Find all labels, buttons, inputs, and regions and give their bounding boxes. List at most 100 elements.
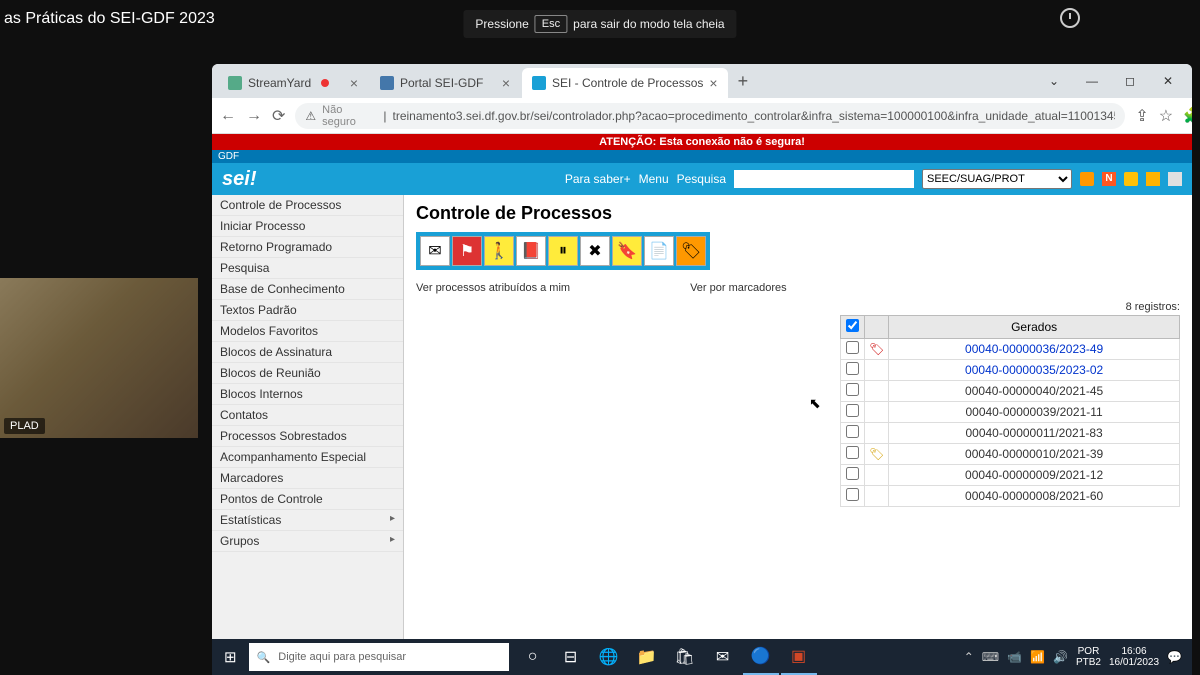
tray-wifi-icon[interactable]: 📶 xyxy=(1030,650,1045,664)
close-icon[interactable]: × xyxy=(709,75,717,91)
chrome-icon[interactable]: 🔵 xyxy=(743,639,779,675)
esc-key: Esc xyxy=(535,15,567,33)
process-number[interactable]: 00040-00000039/2021-11 xyxy=(965,405,1102,419)
tray-notifications-icon[interactable]: 💬 xyxy=(1167,650,1182,664)
row-checkbox[interactable] xyxy=(846,425,859,438)
explorer-icon[interactable]: 📁 xyxy=(629,639,665,675)
tool-envelope-icon[interactable]: ✉ xyxy=(420,236,450,266)
row-checkbox[interactable] xyxy=(846,404,859,417)
list-icon[interactable] xyxy=(1080,172,1094,186)
reload-button[interactable]: ⟳ xyxy=(272,106,285,126)
close-icon[interactable]: × xyxy=(350,75,358,91)
search-input[interactable] xyxy=(734,170,914,188)
minimize-button[interactable]: — xyxy=(1074,67,1110,95)
table-row: 00040-00000011/2021-83 xyxy=(841,423,1180,444)
close-button[interactable]: ✕ xyxy=(1150,67,1186,95)
sidebar-item-marcadores[interactable]: Marcadores xyxy=(212,468,403,489)
filter-links: Ver processos atribuídos a mim Ver por m… xyxy=(416,282,1180,294)
link-pesquisa[interactable]: Pesquisa xyxy=(677,172,726,186)
row-checkbox[interactable] xyxy=(846,362,859,375)
row-checkbox[interactable] xyxy=(846,488,859,501)
forward-button[interactable]: → xyxy=(246,107,262,125)
sidebar-item-acomp[interactable]: Acompanhamento Especial xyxy=(212,447,403,468)
tool-doc-icon[interactable]: 📄 xyxy=(644,236,674,266)
process-number[interactable]: 00040-00000010/2021-39 xyxy=(965,447,1103,461)
sidebar-item-base[interactable]: Base de Conhecimento xyxy=(212,279,403,300)
filter-assigned[interactable]: Ver processos atribuídos a mim xyxy=(416,282,570,294)
new-icon[interactable]: N xyxy=(1102,172,1116,186)
address-bar[interactable]: ⚠ Não seguro | treinamento3.sei.df.gov.b… xyxy=(295,103,1125,129)
close-icon[interactable]: × xyxy=(502,75,510,91)
row-checkbox[interactable] xyxy=(846,446,859,459)
filter-markers[interactable]: Ver por marcadores xyxy=(690,282,787,294)
process-number[interactable]: 00040-00000036/2023-49 xyxy=(965,342,1103,356)
powerpoint-icon[interactable]: ▣ xyxy=(781,639,817,675)
tray-sound-icon[interactable]: 🔊 xyxy=(1053,650,1068,664)
unit-select[interactable]: SEEC/SUAG/PROT xyxy=(922,169,1072,189)
tab-sei-active[interactable]: SEI - Controle de Processos × xyxy=(522,68,728,98)
tool-person-icon[interactable]: 🚶 xyxy=(484,236,514,266)
process-number[interactable]: 00040-00000035/2023-02 xyxy=(965,363,1103,377)
cortana-icon[interactable]: ○ xyxy=(515,639,551,675)
star-icon[interactable]: ☆ xyxy=(1159,106,1173,126)
sidebar-item-grupos[interactable]: Grupos▸ xyxy=(212,531,403,552)
sidebar-item-blocos-int[interactable]: Blocos Internos xyxy=(212,384,403,405)
chevron-down-icon[interactable]: ⌄ xyxy=(1036,67,1072,95)
tray-clock[interactable]: 16:06 16/01/2023 xyxy=(1109,646,1159,668)
new-tab-button[interactable]: + xyxy=(730,71,757,92)
start-button[interactable]: ⊞ xyxy=(212,648,249,666)
user-icon[interactable] xyxy=(1124,172,1138,186)
config-icon[interactable] xyxy=(1146,172,1160,186)
back-button[interactable]: ← xyxy=(220,107,236,125)
sidebar-item-estatisticas[interactable]: Estatísticas▸ xyxy=(212,510,403,531)
mail-icon[interactable]: ✉ xyxy=(705,639,741,675)
edge-icon[interactable]: 🌐 xyxy=(591,639,627,675)
tool-book-icon[interactable]: 📕 xyxy=(516,236,546,266)
puzzle-icon[interactable]: 🧩 xyxy=(1183,106,1192,126)
tool-cancel-icon[interactable]: ✖ xyxy=(580,236,610,266)
table-row: 00040-00000040/2021-45 xyxy=(841,381,1180,402)
taskview-icon[interactable]: ⊟ xyxy=(553,639,589,675)
process-number[interactable]: 00040-00000011/2021-83 xyxy=(965,426,1102,440)
check-all[interactable] xyxy=(846,319,859,332)
sidebar-item-pontos[interactable]: Pontos de Controle xyxy=(212,489,403,510)
tray-keyboard-icon[interactable]: ⌨ xyxy=(982,650,999,664)
tabs-row: StreamYard × Portal SEI-GDF × SEI - Cont… xyxy=(212,64,1192,98)
th-check[interactable] xyxy=(841,316,865,339)
tab-streamyard[interactable]: StreamYard × xyxy=(218,68,368,98)
row-checkbox[interactable] xyxy=(846,383,859,396)
process-number[interactable]: 00040-00000040/2021-45 xyxy=(965,384,1103,398)
tab-label: SEI - Controle de Processos xyxy=(552,76,703,90)
store-icon[interactable]: 🛍 xyxy=(667,639,703,675)
taskbar-search[interactable]: 🔍 Digite aqui para pesquisar xyxy=(249,643,509,671)
sidebar-item-blocos-reu[interactable]: Blocos de Reunião xyxy=(212,363,403,384)
tool-tag-yellow-icon[interactable]: 🔖 xyxy=(612,236,642,266)
sidebar-item-pesquisa[interactable]: Pesquisa xyxy=(212,258,403,279)
maximize-button[interactable]: ◻ xyxy=(1112,67,1148,95)
table-row: 🏷00040-00000010/2021-39 xyxy=(841,444,1180,465)
sidebar-item-controle[interactable]: Controle de Processos xyxy=(212,195,403,216)
tray-meet-icon[interactable]: 📹 xyxy=(1007,650,1022,664)
process-number[interactable]: 00040-00000008/2021-60 xyxy=(965,489,1103,503)
process-number[interactable]: 00040-00000009/2021-12 xyxy=(965,468,1103,482)
row-checkbox[interactable] xyxy=(846,467,859,480)
sidebar-item-blocos-ass[interactable]: Blocos de Assinatura xyxy=(212,342,403,363)
exit-icon[interactable] xyxy=(1168,172,1182,186)
tab-portal[interactable]: Portal SEI-GDF × xyxy=(370,68,520,98)
link-menu[interactable]: Menu xyxy=(639,172,669,186)
sidebar-item-sobrestados[interactable]: Processos Sobrestados xyxy=(212,426,403,447)
tray-up-icon[interactable]: ⌃ xyxy=(964,650,974,664)
share-icon[interactable]: ⇪ xyxy=(1135,106,1148,126)
tool-pause-icon[interactable]: ⏸ xyxy=(548,236,578,266)
sidebar-item-retorno[interactable]: Retorno Programado xyxy=(212,237,403,258)
sidebar-item-modelos[interactable]: Modelos Favoritos xyxy=(212,321,403,342)
tool-flag-icon[interactable]: ⚑ xyxy=(452,236,482,266)
link-saber[interactable]: Para saber+ xyxy=(565,172,631,186)
tray-lang[interactable]: POR PTB2 xyxy=(1076,646,1101,668)
row-checkbox[interactable] xyxy=(846,341,859,354)
th-gerados[interactable]: Gerados xyxy=(889,316,1180,339)
tool-tag-orange-icon[interactable]: 🏷 xyxy=(676,236,706,266)
sidebar-item-contatos[interactable]: Contatos xyxy=(212,405,403,426)
sidebar-item-textos[interactable]: Textos Padrão xyxy=(212,300,403,321)
sidebar-item-iniciar[interactable]: Iniciar Processo xyxy=(212,216,403,237)
